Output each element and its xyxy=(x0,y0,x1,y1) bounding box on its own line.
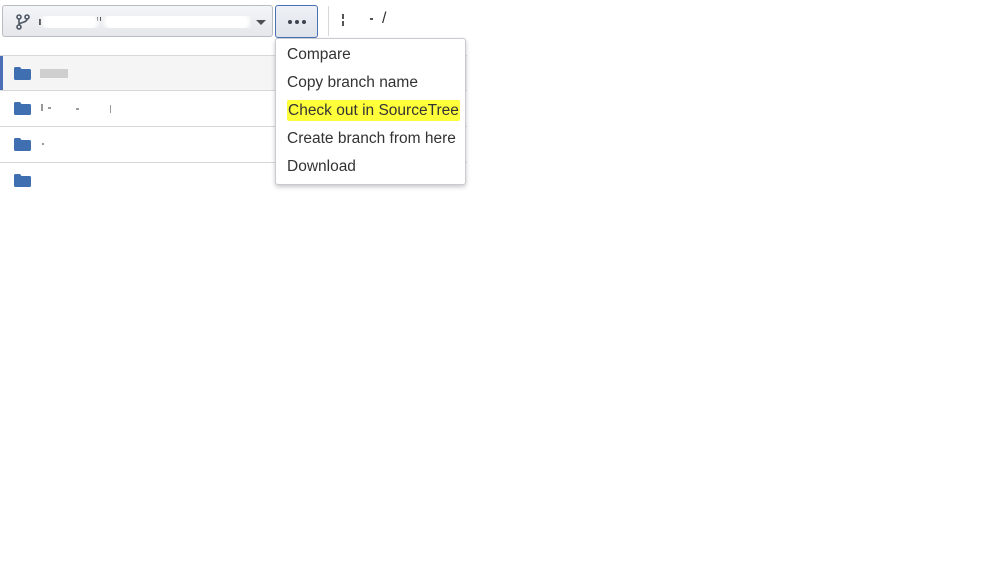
menu-item-download[interactable]: Download xyxy=(276,153,465,181)
breadcrumb-repo-redacted[interactable] xyxy=(340,12,376,26)
menu-item-label: Copy branch name xyxy=(287,74,418,91)
breadcrumb-separator: / xyxy=(382,10,387,27)
menu-item-label: Create branch from here xyxy=(287,130,456,147)
menu-item-label-highlighted: Check out in SourceTree xyxy=(287,100,460,121)
breadcrumb: / xyxy=(340,10,386,30)
toolbar-divider xyxy=(328,6,329,36)
repository-browser: / Compare Copy branch name Check out in … xyxy=(0,0,999,562)
folder-name-redacted xyxy=(40,139,120,151)
folder-name-redacted xyxy=(40,68,120,80)
branch-selector[interactable] xyxy=(2,5,273,37)
branch-name-redacted xyxy=(37,16,251,28)
caret-down-icon xyxy=(256,20,266,25)
menu-item-check-out-in-sourcetree[interactable]: Check out in SourceTree xyxy=(276,97,465,125)
more-actions-button[interactable] xyxy=(275,5,318,38)
folder-icon xyxy=(14,174,31,187)
folder-icon xyxy=(14,67,31,80)
folder-icon xyxy=(14,138,31,151)
menu-item-label: Download xyxy=(287,158,356,175)
ellipsis-icon xyxy=(287,19,306,24)
folder-name-redacted xyxy=(40,103,120,115)
git-branch-icon xyxy=(16,14,30,30)
menu-item-label: Compare xyxy=(287,46,351,63)
folder-icon xyxy=(14,102,31,115)
menu-item-create-branch[interactable]: Create branch from here xyxy=(276,125,465,153)
menu-item-copy-branch-name[interactable]: Copy branch name xyxy=(276,69,465,97)
more-actions-menu: Compare Copy branch name Check out in So… xyxy=(275,38,466,185)
menu-item-compare[interactable]: Compare xyxy=(276,41,465,69)
